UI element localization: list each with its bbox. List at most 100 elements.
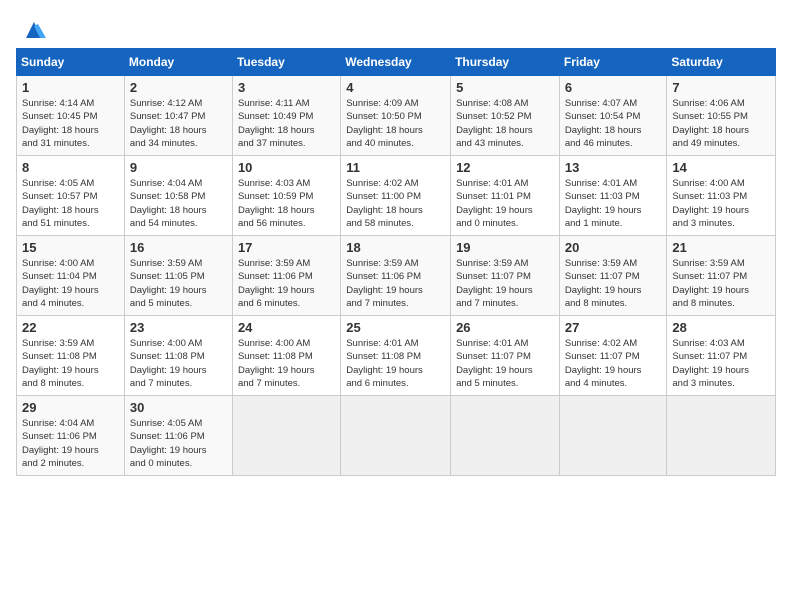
- calendar-cell: 21Sunrise: 3:59 AM Sunset: 11:07 PM Dayl…: [667, 236, 776, 316]
- calendar-cell: 3 Sunrise: 4:11 AM Sunset: 10:49 PM Dayli…: [232, 76, 340, 156]
- calendar-cell: 25Sunrise: 4:01 AM Sunset: 11:08 PM Dayl…: [341, 316, 451, 396]
- day-info: Sunrise: 3:59 AM Sunset: 11:06 PM Daylig…: [238, 257, 335, 310]
- day-number: 14: [672, 160, 770, 175]
- day-info: Sunrise: 4:04 AM Sunset: 10:58 PM Daylig…: [130, 177, 227, 230]
- calendar-cell: 9Sunrise: 4:04 AM Sunset: 10:58 PM Dayli…: [124, 156, 232, 236]
- calendar-cell: 11 Sunrise: 4:02 AM Sunset: 11:00 PM Dayl…: [341, 156, 451, 236]
- calendar-cell: 17 Sunrise: 3:59 AM Sunset: 11:06 PM Dayl…: [232, 236, 340, 316]
- calendar-cell: 2 Sunrise: 4:12 AM Sunset: 10:47 PM Dayli…: [124, 76, 232, 156]
- day-info: Sunrise: 4:00 AM Sunset: 11:08 PM Daylig…: [130, 337, 227, 390]
- calendar-cell: 19 Sunrise: 3:59 AM Sunset: 11:07 PM Dayl…: [451, 236, 560, 316]
- day-number: 13: [565, 160, 662, 175]
- day-info: Sunrise: 4:03 AM Sunset: 11:07 PM Daylig…: [672, 337, 770, 390]
- calendar-cell: 10 Sunrise: 4:03 AM Sunset: 10:59 PM Dayl…: [232, 156, 340, 236]
- day-info: Sunrise: 4:06 AM Sunset: 10:55 PM Daylig…: [672, 97, 770, 150]
- day-number: 7: [672, 80, 770, 95]
- day-number: 4: [346, 80, 445, 95]
- day-info: Sunrise: 3:59 AM Sunset: 11:07 PM Daylig…: [456, 257, 554, 310]
- header-cell-monday: Monday: [124, 49, 232, 76]
- day-info: Sunrise: 4:01 AM Sunset: 11:07 PM Daylig…: [456, 337, 554, 390]
- calendar-cell: [451, 396, 560, 476]
- day-info: Sunrise: 4:02 AM Sunset: 11:00 PM Daylig…: [346, 177, 445, 230]
- calendar-cell: 29 Sunrise: 4:04 AM Sunset: 11:06 PM Dayl…: [17, 396, 125, 476]
- calendar-table: SundayMondayTuesdayWednesdayThursdayFrid…: [16, 48, 776, 476]
- header-cell-thursday: Thursday: [451, 49, 560, 76]
- calendar-week-row: 22Sunrise: 3:59 AM Sunset: 11:08 PM Dayl…: [17, 316, 776, 396]
- day-number: 24: [238, 320, 335, 335]
- calendar-cell: [341, 396, 451, 476]
- day-info: Sunrise: 4:12 AM Sunset: 10:47 PM Daylig…: [130, 97, 227, 150]
- day-info: Sunrise: 3:59 AM Sunset: 11:05 PM Daylig…: [130, 257, 227, 310]
- calendar-cell: 7 Sunrise: 4:06 AM Sunset: 10:55 PM Dayli…: [667, 76, 776, 156]
- calendar-cell: 28 Sunrise: 4:03 AM Sunset: 11:07 PM Dayl…: [667, 316, 776, 396]
- day-number: 25: [346, 320, 445, 335]
- day-info: Sunrise: 4:02 AM Sunset: 11:07 PM Daylig…: [565, 337, 662, 390]
- calendar-cell: 23 Sunrise: 4:00 AM Sunset: 11:08 PM Dayl…: [124, 316, 232, 396]
- day-number: 11: [346, 160, 445, 175]
- day-number: 10: [238, 160, 335, 175]
- calendar-cell: 24 Sunrise: 4:00 AM Sunset: 11:08 PM Dayl…: [232, 316, 340, 396]
- day-info: Sunrise: 4:05 AM Sunset: 11:06 PM Daylig…: [130, 417, 227, 470]
- day-info: Sunrise: 3:59 AM Sunset: 11:06 PM Daylig…: [346, 257, 445, 310]
- day-info: Sunrise: 4:11 AM Sunset: 10:49 PM Daylig…: [238, 97, 335, 150]
- day-number: 27: [565, 320, 662, 335]
- day-number: 2: [130, 80, 227, 95]
- day-number: 19: [456, 240, 554, 255]
- calendar-cell: 1Sunrise: 4:14 AM Sunset: 10:45 PM Dayli…: [17, 76, 125, 156]
- calendar-cell: 20 Sunrise: 3:59 AM Sunset: 11:07 PM Dayl…: [559, 236, 667, 316]
- calendar-week-row: 8Sunrise: 4:05 AM Sunset: 10:57 PM Dayli…: [17, 156, 776, 236]
- day-number: 12: [456, 160, 554, 175]
- day-number: 28: [672, 320, 770, 335]
- day-number: 23: [130, 320, 227, 335]
- calendar-week-row: 1Sunrise: 4:14 AM Sunset: 10:45 PM Dayli…: [17, 76, 776, 156]
- day-info: Sunrise: 4:09 AM Sunset: 10:50 PM Daylig…: [346, 97, 445, 150]
- calendar-cell: 13 Sunrise: 4:01 AM Sunset: 11:03 PM Dayl…: [559, 156, 667, 236]
- day-info: Sunrise: 4:01 AM Sunset: 11:03 PM Daylig…: [565, 177, 662, 230]
- calendar-cell: 16 Sunrise: 3:59 AM Sunset: 11:05 PM Dayl…: [124, 236, 232, 316]
- day-info: Sunrise: 4:01 AM Sunset: 11:01 PM Daylig…: [456, 177, 554, 230]
- day-info: Sunrise: 3:59 AM Sunset: 11:07 PM Daylig…: [565, 257, 662, 310]
- header-cell-saturday: Saturday: [667, 49, 776, 76]
- header: [16, 16, 776, 38]
- calendar-cell: 12 Sunrise: 4:01 AM Sunset: 11:01 PM Dayl…: [451, 156, 560, 236]
- calendar-cell: 14 Sunrise: 4:00 AM Sunset: 11:03 PM Dayl…: [667, 156, 776, 236]
- day-number: 17: [238, 240, 335, 255]
- day-number: 6: [565, 80, 662, 95]
- calendar-cell: 22Sunrise: 3:59 AM Sunset: 11:08 PM Dayl…: [17, 316, 125, 396]
- day-number: 3: [238, 80, 335, 95]
- day-info: Sunrise: 4:05 AM Sunset: 10:57 PM Daylig…: [22, 177, 119, 230]
- calendar-week-row: 29 Sunrise: 4:04 AM Sunset: 11:06 PM Dayl…: [17, 396, 776, 476]
- day-info: Sunrise: 4:14 AM Sunset: 10:45 PM Daylig…: [22, 97, 119, 150]
- day-number: 20: [565, 240, 662, 255]
- calendar-cell: [667, 396, 776, 476]
- header-cell-wednesday: Wednesday: [341, 49, 451, 76]
- calendar-cell: [559, 396, 667, 476]
- day-info: Sunrise: 4:00 AM Sunset: 11:03 PM Daylig…: [672, 177, 770, 230]
- header-cell-tuesday: Tuesday: [232, 49, 340, 76]
- header-cell-friday: Friday: [559, 49, 667, 76]
- calendar-cell: 26 Sunrise: 4:01 AM Sunset: 11:07 PM Dayl…: [451, 316, 560, 396]
- day-number: 21: [672, 240, 770, 255]
- calendar-cell: 30 Sunrise: 4:05 AM Sunset: 11:06 PM Dayl…: [124, 396, 232, 476]
- header-cell-sunday: Sunday: [17, 49, 125, 76]
- day-number: 15: [22, 240, 119, 255]
- day-info: Sunrise: 4:03 AM Sunset: 10:59 PM Daylig…: [238, 177, 335, 230]
- day-info: Sunrise: 4:07 AM Sunset: 10:54 PM Daylig…: [565, 97, 662, 150]
- calendar-cell: 15 Sunrise: 4:00 AM Sunset: 11:04 PM Dayl…: [17, 236, 125, 316]
- day-number: 18: [346, 240, 445, 255]
- day-info: Sunrise: 4:04 AM Sunset: 11:06 PM Daylig…: [22, 417, 119, 470]
- day-number: 29: [22, 400, 119, 415]
- day-number: 26: [456, 320, 554, 335]
- calendar-cell: 6 Sunrise: 4:07 AM Sunset: 10:54 PM Dayli…: [559, 76, 667, 156]
- calendar-week-row: 15 Sunrise: 4:00 AM Sunset: 11:04 PM Dayl…: [17, 236, 776, 316]
- day-number: 16: [130, 240, 227, 255]
- calendar-cell: 5 Sunrise: 4:08 AM Sunset: 10:52 PM Dayli…: [451, 76, 560, 156]
- logo: [16, 16, 48, 38]
- calendar-cell: 27 Sunrise: 4:02 AM Sunset: 11:07 PM Dayl…: [559, 316, 667, 396]
- day-info: Sunrise: 4:08 AM Sunset: 10:52 PM Daylig…: [456, 97, 554, 150]
- day-number: 30: [130, 400, 227, 415]
- calendar-cell: 18 Sunrise: 3:59 AM Sunset: 11:06 PM Dayl…: [341, 236, 451, 316]
- day-info: Sunrise: 4:00 AM Sunset: 11:08 PM Daylig…: [238, 337, 335, 390]
- day-number: 5: [456, 80, 554, 95]
- day-info: Sunrise: 4:00 AM Sunset: 11:04 PM Daylig…: [22, 257, 119, 310]
